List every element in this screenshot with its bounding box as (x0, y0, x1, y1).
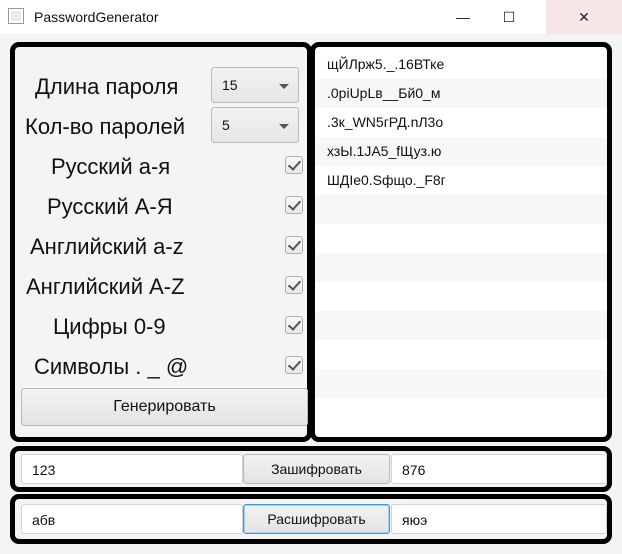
settings-panel: Длина пароля 15 Кол-во паролей 5 Русский… (10, 42, 312, 442)
list-item[interactable]: ШДIe0.Sфщо._F8г (315, 166, 607, 195)
encrypt-output[interactable]: 876 (391, 454, 607, 484)
window-title: PasswordGenerator (34, 9, 159, 25)
encrypt-button[interactable]: Зашифровать (243, 454, 390, 484)
password-text: ШДIe0.Sфщо._F8г (327, 172, 446, 188)
option-label-symbols: Символы . _ @ (34, 354, 189, 379)
decrypt-input-value: абв (32, 512, 56, 528)
checkmark-icon (287, 317, 302, 331)
close-icon: ✕ (578, 8, 590, 25)
decrypt-panel: абв Расшифровать яюэ (10, 494, 612, 544)
option-label-en-lower: Английский a-z (30, 234, 184, 259)
app-icon (8, 8, 24, 24)
checkmark-icon (287, 157, 302, 171)
list-item-empty (315, 253, 607, 282)
decrypt-output[interactable]: яюэ (391, 504, 607, 534)
decrypt-input[interactable]: абв (21, 504, 243, 534)
chevron-down-icon (279, 84, 289, 89)
option-label-en-upper: Английский A-Z (26, 274, 185, 299)
checkbox-en-lower[interactable] (285, 236, 303, 254)
password-text: хзЫ.1JA5_fЩуз.ю (327, 143, 442, 159)
encrypt-input[interactable]: 123 (21, 454, 243, 484)
password-text: щЙЛрж5._.16ВТке (327, 56, 445, 72)
title-bar: PasswordGenerator — ☐ ✕ (0, 0, 622, 34)
length-combo-value: 15 (222, 77, 238, 93)
checkmark-icon (287, 237, 302, 251)
checkmark-icon (287, 357, 302, 371)
checkbox-symbols[interactable] (285, 356, 303, 374)
list-item-empty (315, 282, 607, 311)
checkmark-icon (287, 197, 302, 211)
count-combo[interactable]: 5 (211, 107, 299, 143)
encrypt-output-value: 876 (402, 462, 426, 478)
option-label-digits: Цифры 0-9 (53, 314, 166, 339)
password-list[interactable]: щЙЛрж5._.16ВТке .0рiUpLв__Бй0_м .3к_WN5г… (310, 42, 612, 442)
decrypt-output-value: яюэ (402, 512, 428, 528)
list-item[interactable]: .3к_WN5гРД.nЛ3о (315, 108, 607, 137)
generate-button[interactable]: Генерировать (21, 388, 308, 426)
encrypt-input-value: 123 (32, 462, 56, 478)
list-item-empty (315, 311, 607, 340)
maximize-icon: ☐ (502, 8, 516, 25)
chevron-down-icon (279, 124, 289, 129)
list-item[interactable]: щЙЛрж5._.16ВТке (315, 50, 607, 79)
maximize-button[interactable]: ☐ (486, 0, 532, 34)
checkbox-digits[interactable] (285, 316, 303, 334)
password-text: .0рiUpLв__Бй0_м (327, 85, 441, 101)
option-label-ru-upper: Русский А-Я (47, 194, 173, 219)
list-item-empty (315, 369, 607, 398)
password-text: .3к_WN5гРД.nЛ3о (327, 114, 444, 130)
list-item-empty (315, 340, 607, 369)
list-item-empty (315, 224, 607, 253)
list-item-empty (315, 195, 607, 224)
length-combo[interactable]: 15 (211, 67, 299, 103)
length-label: Длина пароля (35, 74, 179, 99)
list-item[interactable]: хзЫ.1JA5_fЩуз.ю (315, 137, 607, 166)
close-button[interactable]: ✕ (546, 0, 622, 34)
count-combo-value: 5 (222, 117, 230, 133)
checkbox-ru-lower[interactable] (285, 156, 303, 174)
encrypt-panel: 123 Зашифровать 876 (10, 446, 612, 492)
checkbox-en-upper[interactable] (285, 276, 303, 294)
list-item-empty (315, 398, 607, 427)
checkbox-ru-upper[interactable] (285, 196, 303, 214)
list-item[interactable]: .0рiUpLв__Бй0_м (315, 79, 607, 108)
option-label-ru-lower: Русский а-я (51, 154, 171, 179)
minimize-button[interactable]: — (440, 0, 486, 34)
checkmark-icon (287, 277, 302, 291)
count-label: Кол-во паролей (25, 114, 186, 139)
decrypt-button[interactable]: Расшифровать (243, 504, 390, 534)
minimize-icon: — (456, 9, 470, 25)
